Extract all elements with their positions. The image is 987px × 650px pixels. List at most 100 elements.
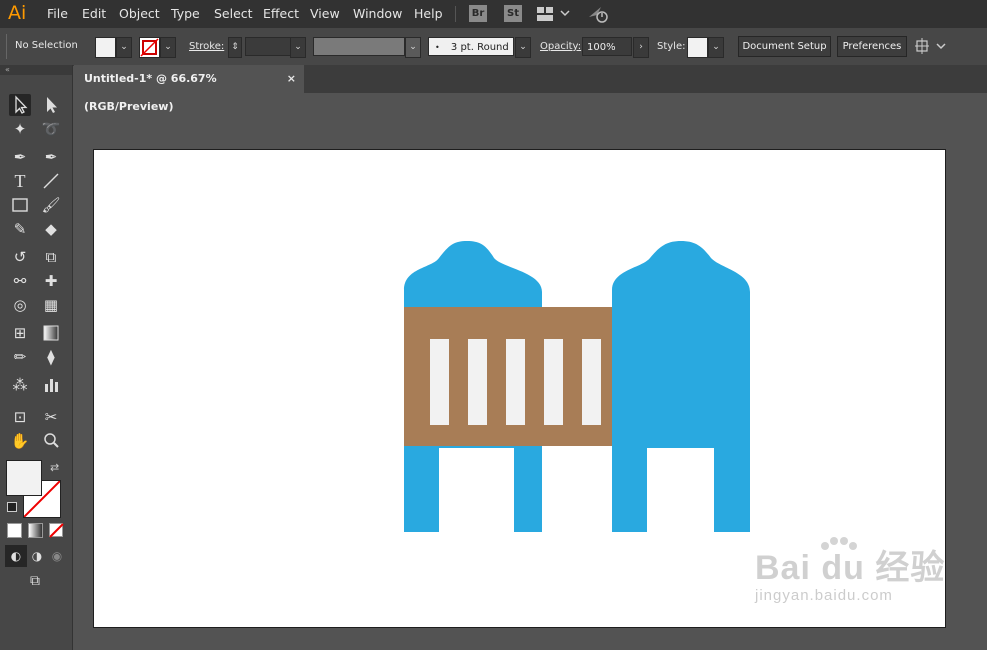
slice-tool-icon[interactable]: ✂: [40, 406, 62, 428]
zoom-tool-icon[interactable]: [40, 430, 62, 452]
eraser-tool-icon[interactable]: ◆: [40, 218, 62, 240]
workspace-layout-icon[interactable]: [537, 7, 571, 21]
change-screen-mode-icon[interactable]: ⧉: [24, 570, 46, 592]
menu-view[interactable]: View: [310, 6, 340, 21]
bridge-slat: [468, 339, 487, 425]
stroke-label[interactable]: Stroke:: [189, 41, 224, 52]
fill-swatch[interactable]: [95, 37, 116, 58]
color-mode-icon[interactable]: [7, 523, 22, 538]
left-tower-roof: [404, 241, 542, 305]
tab-title: Untitled-1* @ 66.67% (RGB/Preview): [84, 72, 217, 113]
rotate-tool-icon[interactable]: ↺: [9, 246, 31, 268]
menu-effect[interactable]: Effect: [263, 6, 299, 21]
menu-type[interactable]: Type: [171, 6, 200, 21]
document-setup-button[interactable]: Document Setup: [738, 36, 831, 57]
artboard-tool-icon[interactable]: ⊡: [9, 406, 31, 428]
menu-divider: [455, 6, 456, 22]
stroke-weight-dropdown[interactable]: ⌄: [290, 37, 306, 58]
menu-bar: Ai File Edit Object Type Select Effect V…: [0, 0, 987, 28]
draw-normal-icon[interactable]: ◐: [5, 545, 27, 567]
menu-help[interactable]: Help: [414, 6, 443, 21]
app-logo: Ai: [8, 2, 27, 24]
hand-tool-icon[interactable]: ✋: [9, 430, 31, 452]
control-bar: No Selection ⌄ ⌄ Stroke: ⇕ ⌄ ⌄ • 3 pt. R…: [0, 28, 987, 66]
width-tool-icon[interactable]: ⚯: [9, 270, 31, 292]
brush-name: 3 pt. Round: [450, 42, 509, 53]
watermark-url: jingyan.baidu.com: [755, 587, 893, 604]
panel-grip[interactable]: [6, 34, 7, 59]
menu-select[interactable]: Select: [214, 6, 253, 21]
selection-status: No Selection: [15, 40, 78, 51]
stroke-color-dropdown[interactable]: ⌄: [160, 37, 176, 58]
none-mode-icon[interactable]: [49, 523, 64, 538]
arrange-documents-icon[interactable]: [915, 38, 947, 54]
draw-inside-icon[interactable]: ◉: [46, 545, 68, 567]
selection-tool-icon[interactable]: [9, 94, 31, 116]
opacity-label[interactable]: Opacity:: [540, 41, 581, 52]
opacity-field[interactable]: 100%: [582, 37, 632, 56]
variable-width-dropdown[interactable]: ⌄: [405, 37, 421, 58]
preferences-button[interactable]: Preferences: [837, 36, 907, 57]
bridge-slat: [582, 339, 601, 425]
right-tower-leg-left: [612, 440, 647, 532]
blend-tool-icon[interactable]: ⧫: [40, 346, 62, 368]
shape-builder-tool-icon[interactable]: ◎: [9, 294, 31, 316]
panel-collapse-icon[interactable]: «: [0, 65, 72, 75]
tab-untitled-1[interactable]: Untitled-1* @ 66.67% (RGB/Preview) ×: [74, 65, 304, 113]
brush-definition[interactable]: • 3 pt. Round: [428, 37, 514, 56]
stroke-weight-stepper[interactable]: ⇕: [228, 37, 242, 58]
bridge-slat: [506, 339, 525, 425]
stock-button[interactable]: St: [504, 5, 522, 22]
fill-dropdown[interactable]: ⌄: [116, 37, 132, 58]
tools-panel: « ✦ ➰ ✒ ✒ T 🖌 ✎ ◆ ↺ ⧉ ⚯ ✚ ◎ ▦ ⊞ ✏ ⧫ ⁂ ⊡ …: [0, 65, 73, 650]
baidu-watermark: Bai du 经验 jingyan.baidu.com: [755, 537, 945, 604]
scale-tool-icon[interactable]: ⧉: [40, 246, 62, 268]
stroke-weight-field[interactable]: [245, 37, 291, 56]
opacity-arrow[interactable]: ›: [633, 37, 649, 58]
menu-edit[interactable]: Edit: [82, 6, 106, 21]
brush-dropdown[interactable]: ⌄: [515, 37, 531, 58]
puppet-warp-tool-icon[interactable]: ✚: [40, 270, 62, 292]
tab-close-icon[interactable]: ×: [287, 65, 296, 93]
gradient-tool-icon[interactable]: [40, 322, 62, 344]
mesh-tool-icon[interactable]: ⊞: [9, 322, 31, 344]
right-tower-leg-right: [714, 440, 750, 532]
left-tower-leg-left: [404, 440, 439, 532]
right-tower-roof: [612, 241, 750, 305]
menu-window[interactable]: Window: [353, 6, 402, 21]
shaper-tool-icon[interactable]: ✎: [9, 218, 31, 240]
left-tower-leg-right: [514, 440, 542, 532]
pen-tool-icon[interactable]: ✒: [9, 146, 31, 168]
gpu-performance-icon[interactable]: [587, 5, 609, 23]
paw-logo-icon: [821, 537, 857, 550]
menu-file[interactable]: File: [47, 6, 68, 21]
style-label: Style:: [657, 41, 686, 52]
lasso-tool-icon[interactable]: ➰: [40, 118, 62, 140]
magic-wand-tool-icon[interactable]: ✦: [9, 118, 31, 140]
menu-object[interactable]: Object: [119, 6, 160, 21]
variable-width-profile[interactable]: [313, 37, 405, 56]
bridge-slat: [430, 339, 449, 425]
graphic-style-dropdown[interactable]: ⌄: [708, 37, 724, 58]
graphic-style-swatch[interactable]: [687, 37, 708, 58]
rectangle-tool-icon[interactable]: [9, 194, 31, 216]
default-colors-icon[interactable]: [7, 502, 17, 512]
type-tool-icon[interactable]: T: [9, 170, 31, 192]
line-segment-tool-icon[interactable]: [40, 170, 62, 192]
swap-fill-stroke-icon[interactable]: ⇄: [50, 461, 59, 474]
column-graph-tool-icon[interactable]: [40, 374, 62, 396]
gradient-mode-icon[interactable]: [28, 523, 43, 538]
fill-color-box[interactable]: [6, 460, 42, 496]
brush-dot-icon: •: [435, 43, 440, 52]
eyedropper-tool-icon[interactable]: ✏: [9, 346, 31, 368]
curvature-tool-icon[interactable]: ✒: [40, 146, 62, 168]
direct-selection-tool-icon[interactable]: [40, 94, 62, 116]
stroke-swatch[interactable]: [139, 37, 160, 58]
perspective-grid-tool-icon[interactable]: ▦: [40, 294, 62, 316]
right-tower-body: [612, 300, 750, 448]
document-tab-strip: Untitled-1* @ 66.67% (RGB/Preview) ×: [74, 65, 987, 113]
draw-behind-icon[interactable]: ◑: [26, 545, 48, 567]
symbol-sprayer-tool-icon[interactable]: ⁂: [9, 374, 31, 396]
paintbrush-tool-icon[interactable]: 🖌: [40, 194, 62, 216]
bridge-button[interactable]: Br: [469, 5, 487, 22]
